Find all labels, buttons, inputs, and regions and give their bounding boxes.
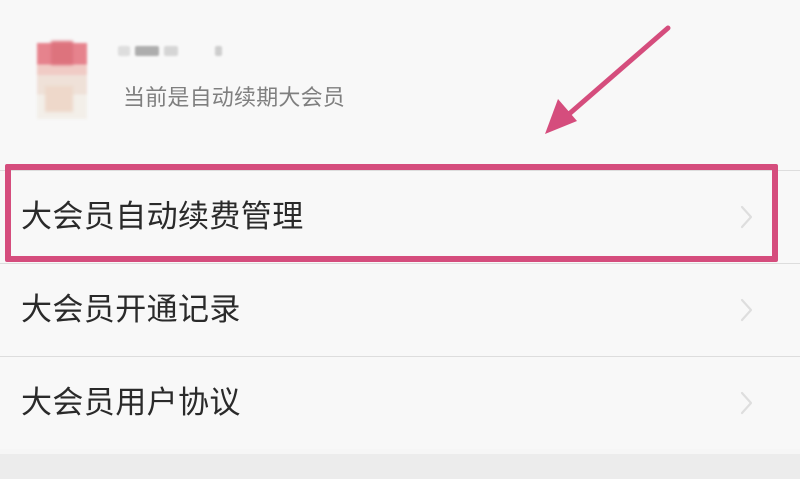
blurred-username — [118, 44, 244, 58]
membership-settings-screen: 当前是自动续期大会员 大会员自动续费管理 大会员开通记录 大会员用户协议 — [0, 0, 800, 479]
menu-item-user-agreement[interactable]: 大会员用户协议 — [0, 357, 800, 449]
chevron-right-icon — [740, 205, 753, 229]
menu-item-label: 大会员开通记录 — [21, 292, 241, 328]
menu-item-auto-renewal-management[interactable]: 大会员自动续费管理 — [0, 171, 800, 263]
menu-item-label: 大会员自动续费管理 — [21, 199, 304, 235]
avatar — [37, 43, 87, 119]
menu-item-membership-records[interactable]: 大会员开通记录 — [0, 264, 800, 356]
chevron-right-icon — [740, 391, 753, 415]
chevron-right-icon — [740, 298, 753, 322]
menu-item-label: 大会员用户协议 — [21, 385, 241, 421]
membership-status-text: 当前是自动续期大会员 — [123, 86, 346, 111]
bottom-strip — [0, 454, 800, 479]
annotation-arrow-icon — [545, 25, 671, 134]
